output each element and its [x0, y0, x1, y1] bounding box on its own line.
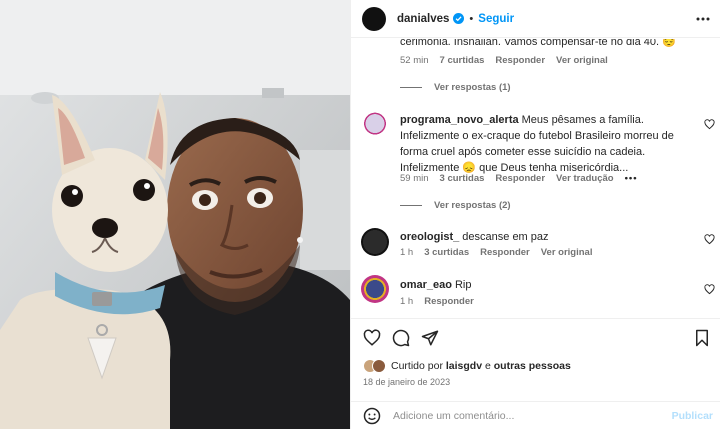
publish-button[interactable]: Publicar: [672, 410, 713, 422]
commenter-avatar[interactable]: [361, 275, 389, 303]
view-replies-label: Ver respostas (2): [434, 200, 511, 211]
comments-list: cerimônia. Inshallah. Vamos compensar-te…: [351, 39, 720, 317]
liked-join: e: [484, 360, 491, 372]
liked-user[interactable]: laisgdv: [446, 360, 482, 372]
comment-text-block: omar_eao Rip: [400, 277, 695, 293]
comment-reply-button[interactable]: Responder: [495, 55, 545, 66]
comment-time: 1 h: [400, 296, 414, 307]
post-header: danialves • Seguir: [351, 0, 720, 38]
comment-time: 52 min: [400, 55, 429, 66]
replies-line: [400, 205, 422, 206]
comment-text-block: oreologist_ descanse em paz: [400, 229, 695, 245]
comment-username[interactable]: oreologist_: [400, 231, 459, 243]
comment-username[interactable]: omar_eao: [400, 279, 452, 291]
comment-time: 1 h: [400, 247, 414, 258]
comment-meta: 1 h 3 curtidas Responder Ver original: [400, 247, 603, 258]
comment-text: cerimônia. Inshallah. Vamos compensar-te…: [400, 39, 676, 48]
comment-more-icon[interactable]: •••: [625, 173, 638, 184]
view-replies-label: Ver respostas (1): [434, 82, 511, 93]
see-translation-button[interactable]: Ver tradução: [556, 173, 614, 184]
comment-likes[interactable]: 7 curtidas: [440, 55, 485, 66]
more-options-icon[interactable]: [695, 12, 711, 26]
bookmark-icon[interactable]: [693, 329, 711, 347]
comment-meta: 52 min 7 curtidas Responder Ver original: [400, 55, 619, 66]
comment-reply-button[interactable]: Responder: [495, 173, 545, 184]
comment-input[interactable]: Adicione um comentário...: [393, 410, 514, 422]
verified-badge-icon: [453, 13, 465, 24]
comment-text: Rip: [454, 279, 472, 291]
heart-icon[interactable]: [363, 329, 381, 347]
comment-time: 59 min: [400, 173, 429, 184]
liked-by: Curtido por laisgdv e outras pessoas: [363, 359, 571, 373]
comment-like-heart-icon[interactable]: [704, 284, 715, 295]
share-icon[interactable]: [421, 329, 439, 347]
see-original-button[interactable]: Ver original: [556, 55, 608, 66]
comment-username[interactable]: programa_novo_alerta: [400, 114, 519, 126]
follow-button[interactable]: Seguir: [478, 13, 514, 25]
comment-likes[interactable]: 3 curtidas: [424, 247, 469, 258]
see-original-button[interactable]: Ver original: [541, 247, 593, 258]
commenter-avatar[interactable]: [361, 111, 389, 139]
liked-others[interactable]: outras pessoas: [494, 360, 571, 372]
post-date[interactable]: 18 de janeiro de 2023: [363, 377, 450, 387]
post-detail-panel: danialves • Seguir cerimônia. Inshallah.…: [350, 0, 720, 429]
replies-line: [400, 87, 422, 88]
post-image: [0, 0, 350, 429]
comment-like-heart-icon[interactable]: [704, 119, 715, 130]
comment-reply-button[interactable]: Responder: [424, 296, 474, 307]
header-separator: •: [469, 12, 474, 25]
view-replies-button[interactable]: Ver respostas (1): [400, 82, 511, 93]
commenter-avatar[interactable]: [361, 228, 389, 256]
comment-text: descanse em paz: [462, 231, 549, 243]
add-comment-bar: Adicione um comentário... Publicar: [351, 401, 720, 429]
view-replies-button[interactable]: Ver respostas (2): [400, 200, 511, 211]
comment-likes[interactable]: 3 curtidas: [440, 173, 485, 184]
author-username[interactable]: danialves: [397, 13, 449, 25]
liker-avatar[interactable]: [372, 359, 386, 373]
comment-text-block: programa_novo_alerta Meus pêsames a famíl…: [400, 112, 695, 176]
comment-like-heart-icon[interactable]: [704, 234, 715, 245]
author-avatar[interactable]: [362, 6, 386, 31]
post-actions: [363, 329, 439, 347]
liked-prefix: Curtido por: [391, 360, 443, 372]
comment-meta: 59 min 3 curtidas Responder Ver tradução…: [400, 173, 649, 184]
liked-by-text: Curtido por laisgdv e outras pessoas: [391, 360, 571, 372]
comment-meta: 1 h Responder: [400, 296, 485, 307]
post-footer: Curtido por laisgdv e outras pessoas 18 …: [351, 318, 720, 429]
comment-icon[interactable]: [392, 329, 410, 347]
comment-reply-button[interactable]: Responder: [480, 247, 530, 258]
post-photo: [0, 0, 350, 429]
emoji-icon[interactable]: [363, 407, 381, 425]
